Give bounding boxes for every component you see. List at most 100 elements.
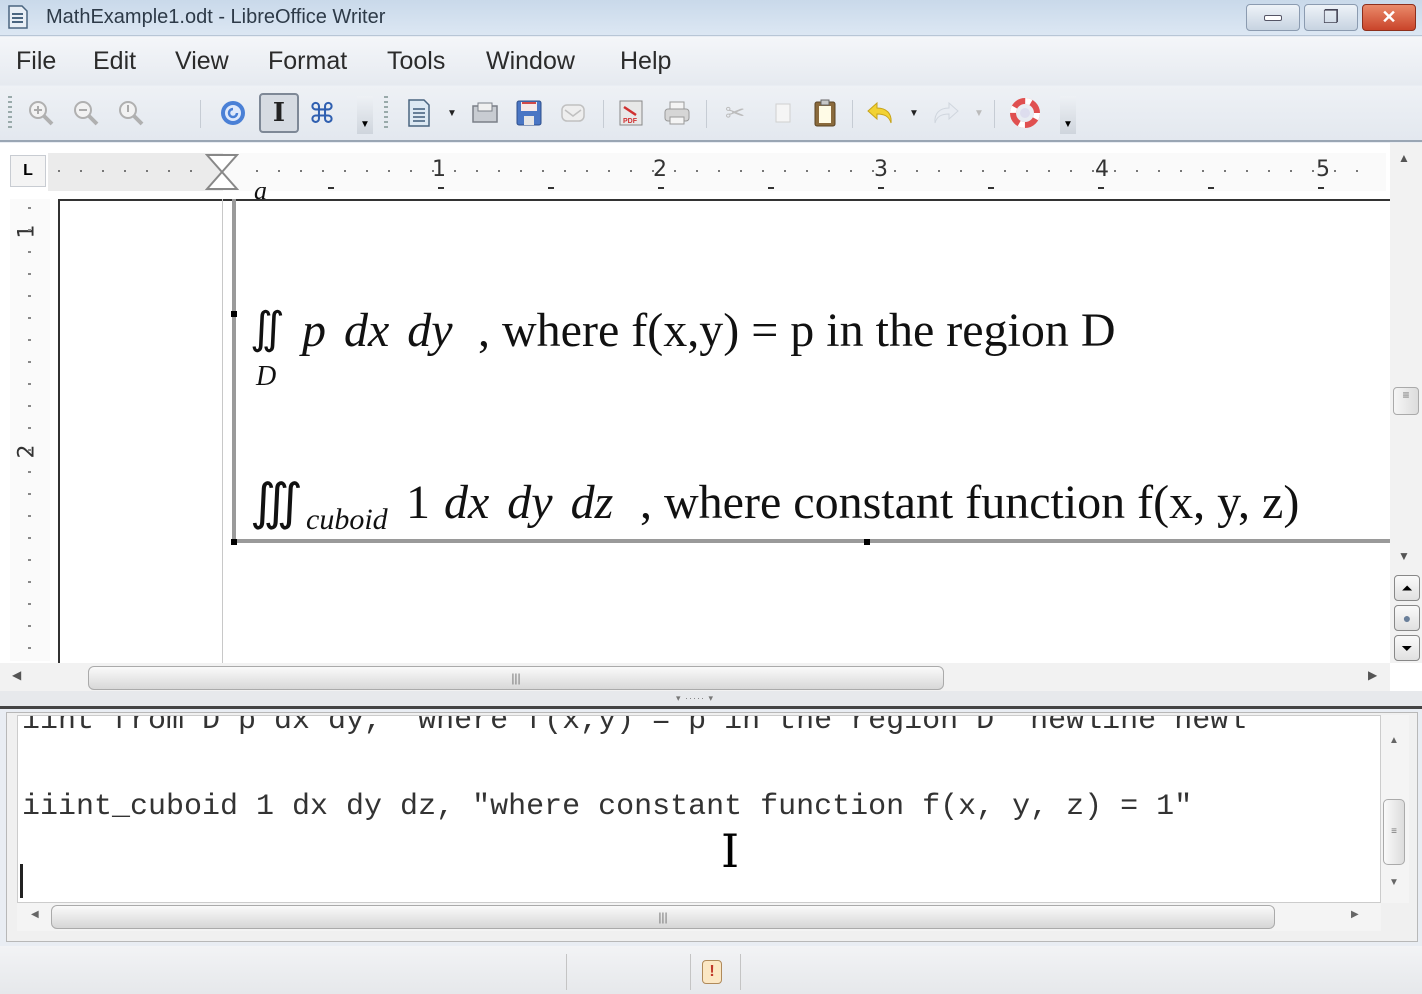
- cut-icon: ✂: [724, 99, 746, 127]
- formula-cursor-button[interactable]: I: [259, 93, 299, 133]
- scroll-right-arrow[interactable]: ▶: [1368, 668, 1377, 682]
- menu-edit[interactable]: Edit: [93, 47, 136, 76]
- toolbar-grip[interactable]: [384, 96, 388, 130]
- paste-button[interactable]: [808, 96, 842, 130]
- ruler-dot: [28, 251, 31, 253]
- ruler-tab-stop[interactable]: [768, 183, 774, 189]
- zoom-out-button[interactable]: [69, 96, 103, 130]
- save-button[interactable]: [512, 96, 546, 130]
- ruler-dot: [542, 170, 544, 172]
- ruler-dot: [168, 170, 170, 172]
- ruler-tab-stop[interactable]: [328, 183, 334, 189]
- ruler-dot: [762, 170, 764, 172]
- status-separator: [740, 954, 741, 990]
- splitter-grip: ▾ ····· ▾: [676, 693, 715, 703]
- scroll-left-arrow[interactable]: ◀: [31, 909, 39, 920]
- menu-bar: File Edit View Format Tools Window Help: [0, 37, 1422, 85]
- ruler-tab-stop[interactable]: [1318, 183, 1324, 189]
- scroll-up-arrow[interactable]: ▲: [1398, 151, 1410, 165]
- new-document-button[interactable]: [402, 96, 436, 130]
- close-button[interactable]: ✕: [1362, 4, 1416, 31]
- menu-help[interactable]: Help: [620, 47, 671, 76]
- scrollbar-thumb[interactable]: ≡: [1383, 799, 1405, 865]
- toolbar-grip[interactable]: [8, 96, 12, 130]
- ruler-margin: [48, 153, 223, 191]
- minimize-button[interactable]: [1246, 4, 1300, 31]
- ruler-dot: [1268, 170, 1270, 172]
- vertical-ruler[interactable]: 1 2: [10, 199, 50, 661]
- ruler-dot: [28, 427, 31, 429]
- help-button[interactable]: [1008, 96, 1042, 130]
- formula-command-input[interactable]: iint from D p dx dy, "where f(x,y) = p i…: [17, 715, 1381, 903]
- triple-integral-symbol: ∭: [250, 474, 303, 530]
- ruler-tab-stop[interactable]: [1098, 183, 1104, 189]
- selection-handle[interactable]: [231, 539, 237, 545]
- scroll-right-arrow[interactable]: ▶: [1351, 909, 1359, 920]
- scroll-down-arrow[interactable]: ▼: [1398, 549, 1410, 563]
- zoom-100-button[interactable]: [114, 96, 148, 130]
- undo-button[interactable]: [864, 96, 898, 130]
- tab-stop-selector[interactable]: L: [10, 155, 46, 187]
- editor-horizontal-scrollbar[interactable]: ◀ ||| ▶: [17, 903, 1381, 931]
- horizontal-ruler[interactable]: 1 2 3 4 5: [48, 153, 1386, 191]
- ruler-tab-stop[interactable]: [1208, 183, 1214, 189]
- toolbar-overflow-button[interactable]: ▼: [357, 96, 373, 134]
- selection-handle[interactable]: [231, 311, 237, 317]
- command-line-2: iiint_cuboid 1 dx dy dz, "where constant…: [22, 790, 1193, 824]
- ruler-number: 1: [432, 157, 446, 182]
- ruler-dot: [740, 170, 742, 172]
- ruler-dot: [28, 559, 31, 561]
- next-page-button[interactable]: ⏷: [1394, 635, 1420, 661]
- toolbar-separator: [706, 100, 707, 128]
- selection-handle[interactable]: [864, 539, 870, 545]
- scrollbar-thumb[interactable]: |||: [51, 905, 1275, 929]
- redo-dropdown-arrow[interactable]: ▼: [974, 108, 984, 119]
- editor-vertical-scrollbar[interactable]: ▲ ≡ ▼: [1381, 715, 1409, 903]
- zoom-in-button[interactable]: [24, 96, 58, 130]
- ruler-tab-stop[interactable]: [658, 183, 664, 189]
- toolbar-overflow-button[interactable]: ▼: [1060, 96, 1076, 134]
- scroll-up-arrow[interactable]: ▲: [1389, 735, 1399, 746]
- redo-button[interactable]: [928, 96, 962, 130]
- warning-icon[interactable]: !: [702, 960, 722, 984]
- menu-tools[interactable]: Tools: [387, 47, 445, 76]
- ruler-tab-stop[interactable]: [548, 183, 554, 189]
- document-view: L 1 2 3 4 5 1 2 a ∬ D p dx dy , where f(…: [0, 143, 1422, 691]
- ruler-dot: [476, 170, 478, 172]
- copy-button[interactable]: [765, 96, 799, 130]
- text-boundary-line: [222, 199, 223, 669]
- ruler-dot: [1356, 170, 1358, 172]
- print-button[interactable]: [660, 96, 694, 130]
- new-dropdown-arrow[interactable]: ▼: [447, 108, 457, 119]
- indent-marker[interactable]: [205, 153, 239, 191]
- writer-document-icon: [8, 5, 28, 29]
- ruler-tab-stop[interactable]: [988, 183, 994, 189]
- ruler-tab-stop[interactable]: [878, 183, 884, 189]
- restore-button[interactable]: ❐: [1304, 4, 1358, 31]
- ruler-tab-stop[interactable]: [438, 183, 444, 189]
- scroll-down-arrow[interactable]: ▼: [1389, 877, 1399, 888]
- scrollbar-thumb[interactable]: |||: [88, 666, 944, 690]
- email-button[interactable]: [556, 96, 590, 130]
- menu-window[interactable]: Window: [486, 47, 575, 76]
- symbols-button[interactable]: ⌘: [305, 96, 339, 130]
- menu-file[interactable]: File: [16, 47, 56, 76]
- update-button[interactable]: [216, 96, 250, 130]
- menu-view[interactable]: View: [175, 47, 229, 76]
- scroll-left-arrow[interactable]: ◀: [12, 668, 21, 682]
- pane-splitter[interactable]: ▾ ····· ▾: [0, 691, 1422, 709]
- export-pdf-button[interactable]: PDF: [614, 96, 648, 130]
- ruler-dot: [58, 170, 60, 172]
- undo-dropdown-arrow[interactable]: ▼: [909, 108, 919, 119]
- previous-page-button[interactable]: ⏶: [1394, 575, 1420, 601]
- cut-button[interactable]: ✂: [718, 96, 752, 130]
- menu-format[interactable]: Format: [268, 47, 347, 76]
- ruler-dot: [28, 471, 31, 473]
- navigation-button[interactable]: ●: [1394, 605, 1420, 631]
- open-button[interactable]: [468, 96, 502, 130]
- zoom-out-icon: [74, 101, 99, 126]
- vertical-scrollbar[interactable]: ▲ ≡ ▼ ⏶ ● ⏷: [1390, 143, 1422, 663]
- horizontal-scrollbar[interactable]: ◀ ||| ▶: [0, 663, 1390, 691]
- ruler-dot: [28, 647, 31, 649]
- scrollbar-thumb[interactable]: ≡: [1393, 387, 1419, 415]
